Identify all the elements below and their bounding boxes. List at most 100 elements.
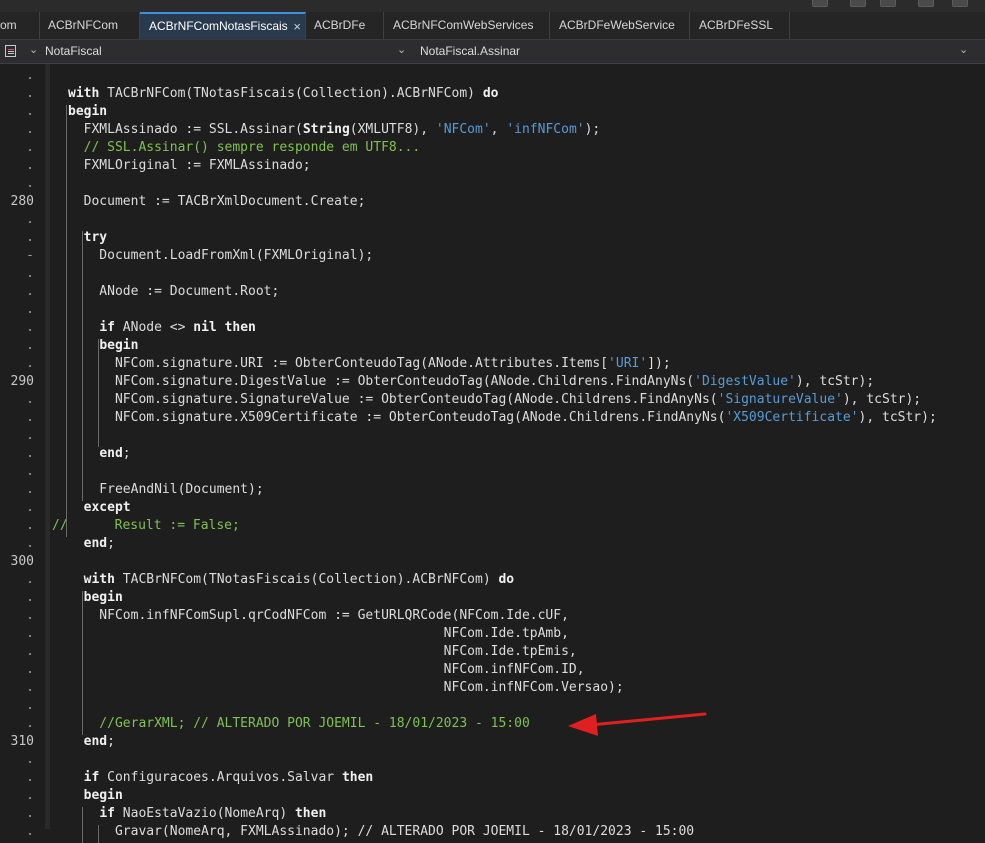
code-line[interactable]: .	[0, 463, 985, 481]
code-line[interactable]: . // Result := False;	[0, 517, 985, 535]
code-line[interactable]: . NFCom.infNFComSupl.qrCodNFCom := GetUR…	[0, 607, 985, 625]
code-line[interactable]: . except	[0, 499, 985, 517]
chevron-down-icon[interactable]: ⌄	[397, 43, 406, 56]
code-line[interactable]: . //GerarXML; // ALTERADO POR JOEMIL - 1…	[0, 715, 985, 733]
code-line[interactable]: .	[0, 751, 985, 769]
tab-om[interactable]: om	[0, 12, 40, 39]
code-line[interactable]: . NFCom.signature.SignatureValue := Obte…	[0, 391, 985, 409]
code-line[interactable]: - Document.LoadFromXml(FXMLOriginal);	[0, 247, 985, 265]
code-text: if Configuracoes.Arquivos.Salvar then	[68, 769, 374, 787]
code-line[interactable]: 290 NFCom.signature.DigestValue := Obter…	[0, 373, 985, 391]
code-token: Configuracoes.Arquivos.Salvar	[99, 770, 342, 785]
code-line[interactable]: 280 Document := TACBrXmlDocument.Create;	[0, 193, 985, 211]
code-token: FXMLAssinado := SSL.Assinar(	[68, 122, 303, 137]
code-text: // SSL.Assinar() sempre responde em UTF8…	[68, 139, 421, 157]
code-line[interactable]: . ANode := Document.Root;	[0, 283, 985, 301]
code-token: FreeAndNil(Document);	[68, 482, 264, 497]
code-line[interactable]: . begin	[0, 103, 985, 121]
code-line[interactable]: .	[0, 211, 985, 229]
code-token: NFCom.infNFCom.Versao);	[68, 680, 624, 695]
close-icon[interactable]: ×	[293, 14, 301, 39]
tab-acbrnfcomnotasfiscais[interactable]: ACBrNFComNotasFiscais ×	[140, 12, 306, 39]
code-line[interactable]: . if ANode <> nil then	[0, 319, 985, 337]
chevron-down-icon[interactable]: ⌄	[29, 43, 38, 56]
line-number: .	[26, 806, 34, 821]
code-line[interactable]: 300	[0, 553, 985, 571]
code-text: end;	[68, 535, 115, 553]
line-number: .	[26, 428, 34, 443]
line-number: 310	[10, 734, 34, 749]
tab-acbrnfcom[interactable]: ACBrNFCom	[40, 12, 140, 39]
code-token: NFCom.signature.SignatureValue := ObterC…	[68, 392, 718, 407]
code-line[interactable]: . FreeAndNil(Document);	[0, 481, 985, 499]
code-line[interactable]: . NFCom.infNFCom.Versao);	[0, 679, 985, 697]
chevron-down-icon[interactable]: ⌄	[959, 43, 968, 56]
code-token: FXMLOriginal := FXMLAssinado;	[68, 158, 311, 173]
unit-selector[interactable]: NotaFiscal	[45, 44, 102, 58]
string-token: 'X509Certificate'	[725, 410, 859, 425]
code-line[interactable]: . try	[0, 229, 985, 247]
code-line[interactable]: . // SSL.Assinar() sempre responde em UT…	[0, 139, 985, 157]
code-line[interactable]: . FXMLOriginal := FXMLAssinado;	[0, 157, 985, 175]
code-line[interactable]: .	[0, 265, 985, 283]
code-line[interactable]: . with TACBrNFCom(TNotasFiscais(Collecti…	[0, 571, 985, 589]
code-line[interactable]: .	[0, 67, 985, 85]
line-number: .	[26, 824, 34, 839]
line-number: .	[26, 752, 34, 767]
keyword-token: begin	[99, 338, 139, 353]
line-number: .	[26, 320, 34, 335]
tab-acbrnfcomwebservices[interactable]: ACBrNFComWebServices	[384, 12, 550, 39]
keyword-token: end	[83, 536, 108, 551]
code-line[interactable]: .	[0, 175, 985, 193]
keyword-token: if	[99, 806, 115, 821]
code-line[interactable]: . with TACBrNFCom(TNotasFiscais(Collectio…	[0, 85, 985, 103]
method-selector[interactable]: NotaFiscal.Assinar	[420, 44, 520, 58]
code-token: NFCom.signature.X509Certificate := Obter…	[68, 410, 726, 425]
code-line[interactable]: .	[0, 427, 985, 445]
code-line[interactable]: . Gravar(NomeArq, FXMLAssinado); // ALTE…	[0, 823, 985, 841]
code-line[interactable]: . begin	[0, 337, 985, 355]
code-token: ), tcStr);	[858, 410, 937, 425]
line-number: .	[26, 770, 34, 785]
code-text: with TACBrNFCom(TNotasFiscais(Collection…	[68, 571, 514, 589]
line-number: .	[26, 500, 34, 515]
keyword-token: begin	[83, 788, 123, 803]
code-line[interactable]: . NFCom.signature.URI := ObterConteudoTa…	[0, 355, 985, 373]
tab-acbrdfessl[interactable]: ACBrDFeSSL	[690, 12, 790, 39]
code-text: with TACBrNFCom(TNotasFiscais(Collection…	[68, 85, 498, 103]
code-line[interactable]: . if NaoEstaVazio(NomeArq) then	[0, 805, 985, 823]
code-token: ), tcStr);	[795, 374, 875, 389]
code-line[interactable]: . NFCom.Ide.tpEmis,	[0, 643, 985, 661]
keyword-token: with	[68, 86, 100, 101]
code-text: except	[68, 499, 131, 517]
code-line[interactable]: . NFCom.Ide.tpAmb,	[0, 625, 985, 643]
toolbar-chip-icon	[952, 0, 968, 7]
code-line[interactable]: . NFCom.signature.X509Certificate := Obt…	[0, 409, 985, 427]
tab-acbrdfe[interactable]: ACBrDFe	[306, 12, 384, 39]
code-line[interactable]: . begin	[0, 787, 985, 805]
code-line[interactable]: .	[0, 697, 985, 715]
code-text: Gravar(NomeArq, FXMLAssinado); // ALTERA…	[68, 823, 694, 841]
code-line[interactable]: . if Configuracoes.Arquivos.Salvar then	[0, 769, 985, 787]
code-line[interactable]: . end;	[0, 535, 985, 553]
code-line[interactable]: . FXMLAssinado := SSL.Assinar(String(XML…	[0, 121, 985, 139]
line-number: .	[26, 356, 34, 371]
code-token: Document := TACBrXmlDocument.Create;	[68, 194, 366, 209]
line-number: .	[26, 716, 34, 731]
code-line[interactable]: .	[0, 301, 985, 319]
code-editor[interactable]: .. with TACBrNFCom(TNotasFiscais(Collecti…	[0, 64, 985, 843]
tab-acbrdfewebservice[interactable]: ACBrDFeWebService	[550, 12, 690, 39]
code-line[interactable]: 310 end;	[0, 733, 985, 751]
code-line[interactable]: . NFCom.infNFCom.ID,	[0, 661, 985, 679]
line-number: .	[26, 536, 34, 551]
code-line[interactable]: . begin	[0, 589, 985, 607]
keyword-token: then	[224, 320, 256, 335]
code-text: begin	[68, 787, 123, 805]
code-line[interactable]: . end;	[0, 445, 985, 463]
line-number: .	[26, 608, 34, 623]
line-number: .	[26, 338, 34, 353]
tab-label: ACBrNFCom	[48, 18, 119, 32]
